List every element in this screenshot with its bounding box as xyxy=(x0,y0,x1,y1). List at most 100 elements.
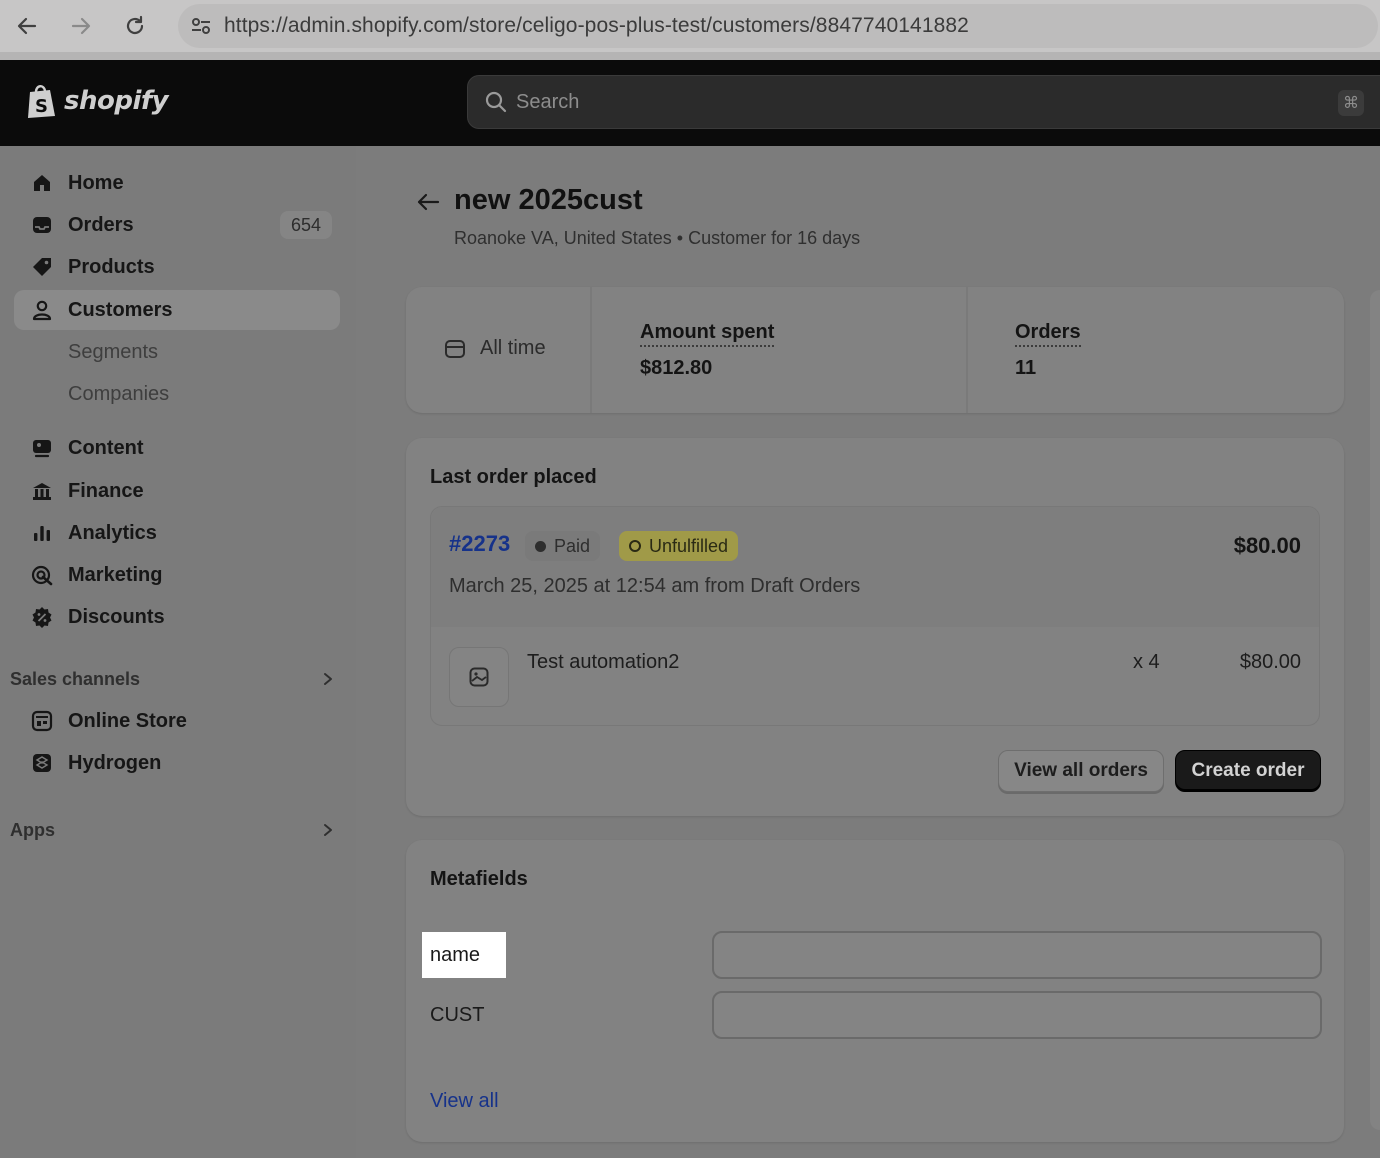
order-header: #2273 Paid Unfulfilled $80.00 March 25, … xyxy=(431,507,1319,627)
admin-header: S shopify ⌘ xyxy=(0,60,1380,146)
sales-channels-header[interactable]: Sales channels xyxy=(10,664,340,694)
arrow-left-icon xyxy=(417,193,440,211)
sidebar-item-label: Marketing xyxy=(68,563,163,586)
last-order-card: Last order placed #2273 Paid Unfulfilled… xyxy=(406,438,1344,816)
browser-back-button[interactable] xyxy=(0,6,54,46)
sidebar-item-label: Companies xyxy=(68,382,170,405)
shopping-bag-icon: S xyxy=(28,85,55,118)
content-icon xyxy=(28,434,56,462)
stat-divider xyxy=(590,287,592,413)
view-all-metafields-link[interactable]: View all xyxy=(430,1090,499,1113)
line-item-name[interactable]: Test automation2 xyxy=(527,651,679,674)
sidebar-item-companies[interactable]: Companies xyxy=(14,374,340,414)
sidebar-item-label: Discounts xyxy=(68,605,165,628)
sidebar-item-customers[interactable]: Customers xyxy=(14,290,340,330)
sidebar-item-label: Products xyxy=(68,255,155,278)
hydrogen-icon xyxy=(28,749,56,777)
address-bar[interactable]: https://admin.shopify.com/store/celigo-p… xyxy=(178,4,1378,48)
sidebar-item-label: Hydrogen xyxy=(68,751,162,774)
sidebar-item-segments[interactable]: Segments xyxy=(14,332,340,372)
payment-status-badge: Paid xyxy=(525,531,601,561)
status-ring-icon xyxy=(629,540,641,552)
sales-channels-label: Sales channels xyxy=(10,668,141,689)
sidebar-item-label: Finance xyxy=(68,479,144,502)
arrow-left-icon xyxy=(17,17,37,35)
reload-icon xyxy=(126,15,144,35)
bank-icon xyxy=(28,477,56,505)
back-button[interactable] xyxy=(414,188,442,216)
search-bar[interactable]: ⌘ xyxy=(467,75,1380,129)
arrow-right-icon xyxy=(71,17,91,35)
apps-label: Apps xyxy=(10,819,55,840)
sidebar-nav: Home Orders 654 Products Customers Segme… xyxy=(0,146,356,1158)
customer-stats-card: All time Amount spent $812.80 Orders 11 xyxy=(406,287,1344,413)
metafield-label-name: name xyxy=(422,932,506,978)
browser-divider xyxy=(0,52,1380,60)
metafields-title: Metafields xyxy=(430,868,528,890)
sidebar-item-label: Customers xyxy=(68,298,173,321)
sidebar-item-discounts[interactable]: Discounts xyxy=(14,597,340,637)
status-dot-icon xyxy=(535,540,546,552)
order-number-link[interactable]: #2273 xyxy=(449,531,510,557)
customer-subtitle: Roanoke VA, United States • Customer for… xyxy=(454,228,861,248)
shopify-logo[interactable]: S shopify xyxy=(26,82,169,120)
apps-header[interactable]: Apps xyxy=(10,815,340,845)
browser-reload-button[interactable] xyxy=(108,6,162,46)
last-order-title: Last order placed xyxy=(430,466,597,488)
amount-spent-label[interactable]: Amount spent xyxy=(640,321,775,347)
page-title: new 2025cust xyxy=(454,184,643,216)
store-icon xyxy=(28,707,56,735)
right-column-edge xyxy=(1370,290,1380,1130)
sidebar-item-label: Orders xyxy=(68,213,134,236)
target-icon xyxy=(28,561,56,589)
search-icon xyxy=(484,90,508,114)
sidebar-item-label: Segments xyxy=(68,340,159,363)
order-summary: #2273 Paid Unfulfilled $80.00 March 25, … xyxy=(430,506,1320,726)
fulfillment-status-label: Unfulfilled xyxy=(649,535,729,556)
sidebar-item-marketing[interactable]: Marketing xyxy=(14,555,340,595)
shortcut-key-hint: ⌘ xyxy=(1338,90,1364,116)
browser-forward-button[interactable] xyxy=(54,6,108,46)
fulfillment-status-badge: Unfulfilled xyxy=(619,531,739,561)
sidebar-item-finance[interactable]: Finance xyxy=(14,471,340,511)
svg-text:S: S xyxy=(35,96,48,117)
metafield-label-cust: CUST xyxy=(430,1004,485,1026)
order-total: $80.00 xyxy=(1233,533,1301,558)
search-input[interactable] xyxy=(516,90,1316,114)
create-order-button[interactable]: Create order xyxy=(1175,750,1321,792)
sidebar-item-products[interactable]: Products xyxy=(14,247,340,287)
logo-wordmark: shopify xyxy=(64,86,169,116)
person-icon xyxy=(28,296,56,324)
orders-count-badge: 654 xyxy=(280,211,332,239)
sidebar-item-label: Analytics xyxy=(68,521,157,544)
payment-status-label: Paid xyxy=(554,535,591,556)
discount-icon xyxy=(28,603,56,631)
product-thumbnail xyxy=(449,647,509,707)
metafield-cust-input[interactable] xyxy=(712,991,1322,1039)
main-content: new 2025cust Roanoke VA, United States •… xyxy=(356,146,1380,1158)
image-placeholder-icon xyxy=(469,667,489,687)
orders-icon xyxy=(28,211,56,239)
sidebar-item-online-store[interactable]: Online Store xyxy=(14,701,340,741)
sidebar-item-label: Home xyxy=(68,171,124,194)
order-meta: March 25, 2025 at 12:54 am from Draft Or… xyxy=(449,575,861,597)
date-range-selector[interactable]: All time xyxy=(444,337,546,360)
sidebar-item-orders[interactable]: Orders 654 xyxy=(14,205,340,245)
tag-icon xyxy=(28,253,56,281)
view-all-orders-button[interactable]: View all orders xyxy=(998,750,1164,792)
sidebar-item-home[interactable]: Home xyxy=(14,163,340,203)
site-settings-icon[interactable] xyxy=(178,4,224,48)
chevron-right-icon xyxy=(316,667,340,691)
orders-count-value: 11 xyxy=(1015,357,1037,379)
orders-count-label[interactable]: Orders xyxy=(1015,321,1081,347)
date-range-label: All time xyxy=(480,337,546,359)
line-item-quantity: x 4 xyxy=(1133,651,1160,673)
url-text: https://admin.shopify.com/store/celigo-p… xyxy=(224,14,969,37)
sidebar-item-content[interactable]: Content xyxy=(14,428,340,468)
bar-chart-icon xyxy=(28,519,56,547)
sidebar-item-label: Online Store xyxy=(68,709,187,732)
metafield-name-input[interactable] xyxy=(712,931,1322,979)
chevron-right-icon xyxy=(316,818,340,842)
sidebar-item-analytics[interactable]: Analytics xyxy=(14,513,340,553)
sidebar-item-hydrogen[interactable]: Hydrogen xyxy=(14,743,340,783)
